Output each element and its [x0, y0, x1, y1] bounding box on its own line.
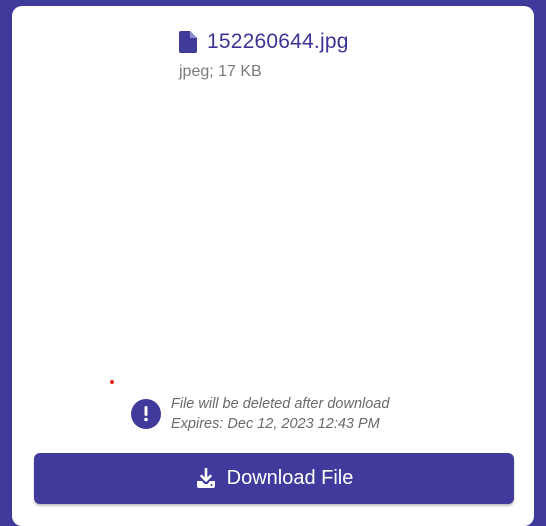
file-icon [179, 31, 197, 53]
download-card: 152260644.jpg jpeg; 17 KB File will be d… [12, 6, 534, 526]
download-file-button[interactable]: Download File [34, 453, 514, 504]
notice-expiry-text: Expires: Dec 12, 2023 12:43 PM [171, 416, 380, 432]
download-icon [196, 467, 215, 488]
notice-text: File will be deleted after download Expi… [171, 394, 389, 434]
file-header: 152260644.jpg [179, 28, 349, 56]
expiry-notice: File will be deleted after download Expi… [131, 394, 389, 434]
download-button-label: Download File [226, 467, 354, 489]
exclamation-circle-icon [131, 399, 161, 429]
file-meta: jpeg; 17 KB [179, 63, 262, 80]
notice-delete-text: File will be deleted after download [171, 396, 390, 412]
file-name: 152260644.jpg [207, 30, 349, 53]
red-dot-marker [110, 380, 114, 384]
